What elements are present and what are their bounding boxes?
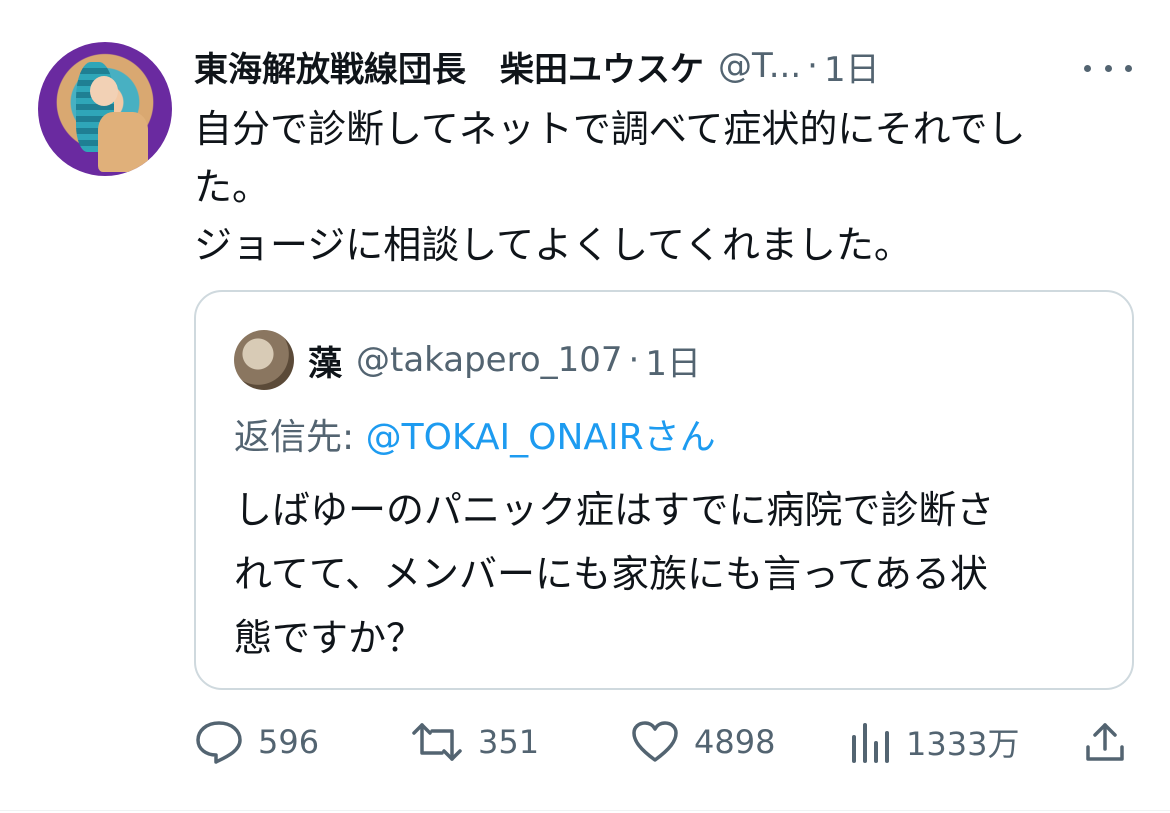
divider — [0, 810, 1170, 811]
header-separator: · — [807, 46, 818, 86]
views-button[interactable]: 1333万 — [848, 712, 1019, 772]
author-avatar[interactable] — [38, 42, 172, 176]
quoted-tweet[interactable]: 藻 @takapero_107 · 1日 返信先: @TOKAI_ONAIRさん… — [194, 290, 1134, 690]
tweet-time[interactable]: 1日 — [824, 42, 880, 91]
reply-prefix: 返信先: — [234, 417, 366, 458]
quoted-tweet-text: しばゆーのパニック症はすでに病院で診断さ れてて、メンバーにも家族にも言ってある… — [234, 478, 1094, 670]
tweet-text-line: た。 — [194, 165, 271, 209]
reply-count: 596 — [258, 723, 320, 761]
more-icon[interactable] — [1084, 56, 1132, 80]
tweet-text-line: 自分で診断してネットで調べて症状的にそれでし — [194, 107, 1026, 151]
reply-mention-link[interactable]: @TOKAI_ONAIR — [366, 417, 644, 458]
share-button[interactable] — [1082, 712, 1128, 772]
tweet[interactable]: 東海解放戦線団長 柴田ユウスケ @T... · 1日 自分で診断してネットで調べ… — [0, 0, 1170, 813]
reply-icon — [194, 719, 244, 765]
more-dot — [1125, 64, 1132, 72]
quoted-text-line: 態ですか？ — [234, 616, 425, 660]
avatar-body — [98, 112, 148, 172]
quoted-text-line: しばゆーのパニック症はすでに病院で診断さ — [234, 488, 995, 532]
quoted-author-handle[interactable]: @takapero_107 — [356, 340, 623, 380]
tweet-text: 自分で診断してネットで調べて症状的にそれでし た。 ジョージに相談してよくしてく… — [194, 100, 1134, 274]
tweet-text-line: ジョージに相談してよくしてくれました。 — [194, 223, 912, 267]
more-dot — [1084, 64, 1091, 72]
views-count: 1333万 — [906, 725, 1020, 763]
retweet-button[interactable]: 351 — [410, 712, 539, 772]
retweet-count: 351 — [478, 723, 540, 761]
author-handle[interactable]: @T... — [718, 46, 801, 86]
author-name[interactable]: 東海解放戦線団長 柴田ユウスケ — [194, 42, 704, 91]
reply-button[interactable]: 596 — [194, 712, 319, 772]
retweet-icon — [410, 719, 464, 765]
quoted-tweet-header: 藻 @takapero_107 · 1日 — [308, 332, 701, 388]
quoted-author-avatar[interactable] — [234, 330, 294, 390]
quoted-tweet-time[interactable]: 1日 — [645, 336, 701, 385]
views-icon — [848, 719, 892, 765]
reply-suffix: さん — [643, 417, 716, 458]
more-dot — [1104, 64, 1112, 72]
like-icon — [630, 719, 680, 765]
quoted-header-separator: · — [628, 340, 640, 380]
quoted-text-line: れてて、メンバーにも家族にも言ってある状 — [234, 552, 988, 596]
share-icon — [1082, 719, 1128, 765]
like-count: 4898 — [694, 723, 776, 761]
tweet-header: 東海解放戦線団長 柴田ユウスケ @T... · 1日 — [194, 38, 880, 94]
action-bar: 596 351 4898 1333万 — [194, 712, 1134, 772]
like-button[interactable]: 4898 — [630, 712, 775, 772]
quoted-author-name[interactable]: 藻 — [308, 336, 342, 385]
reply-context: 返信先: @TOKAI_ONAIRさん — [234, 408, 716, 460]
avatar-face — [90, 76, 118, 106]
